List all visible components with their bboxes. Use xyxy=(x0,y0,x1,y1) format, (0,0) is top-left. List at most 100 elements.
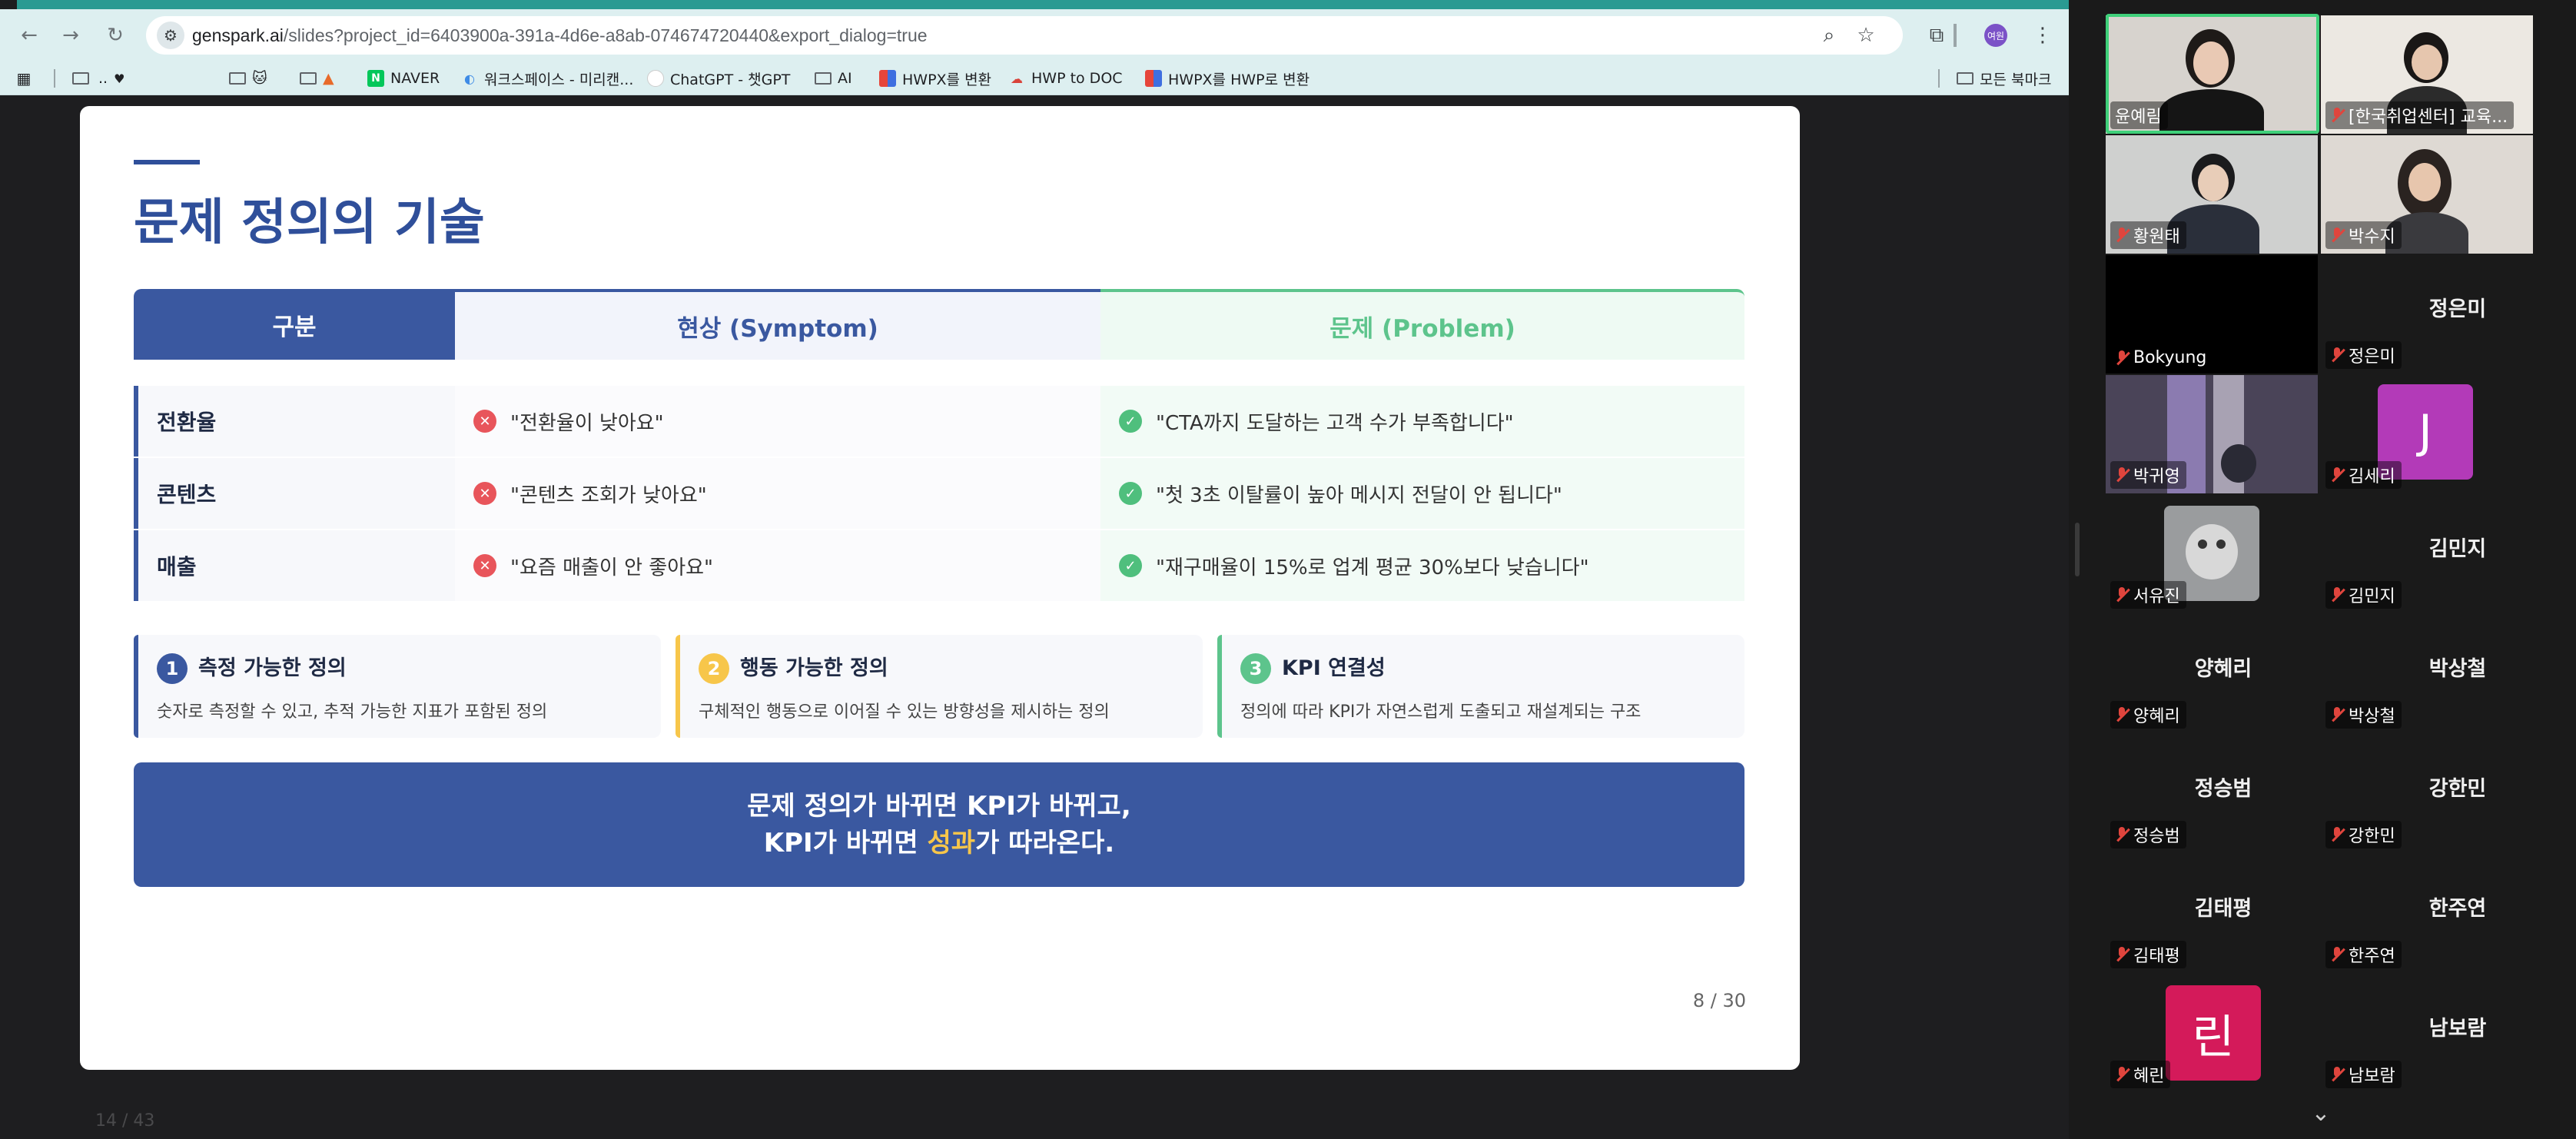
bookmark-hwpx-to-hwp[interactable]: HWPX를 HWP로 변환 xyxy=(1145,61,1310,95)
hwp-icon: ☁ xyxy=(1011,71,1023,86)
bookmark-miricanvas[interactable]: ◐ 워크스페이스 - 미리캔... xyxy=(461,61,633,95)
participant-tile[interactable]: 김태평 김태평 xyxy=(2106,855,2318,973)
miricanvas-icon: ◐ xyxy=(464,71,475,86)
participant-display-name: 김태평 xyxy=(2194,897,2252,921)
card-stripe xyxy=(134,635,138,738)
card-desc: 구체적인 행동으로 이어질 수 있는 방향성을 제시하는 정의 xyxy=(699,702,1110,722)
participant-tile[interactable]: 양혜리 양혜리 xyxy=(2106,615,2318,733)
participant-tile[interactable]: 한주연 한주연 xyxy=(2321,855,2533,973)
site-settings-icon[interactable]: ⚙ xyxy=(157,22,184,49)
folder-icon xyxy=(229,72,246,85)
chevron-down-icon[interactable]: ⌄ xyxy=(2305,1097,2336,1128)
participant-name-tag: 황원태 xyxy=(2110,221,2186,249)
mic-off-icon xyxy=(2115,706,2129,723)
card-desc: 정의에 따라 KPI가 자연스럽게 도출되고 재설계되는 구조 xyxy=(1240,702,1642,722)
participant-name-tag: 서유진 xyxy=(2110,581,2186,609)
bookmark-all-bookmarks[interactable]: 모든 북마크 xyxy=(1957,61,2051,95)
participant-name-tag: 한주연 xyxy=(2325,941,2402,968)
url-text[interactable]: genspark.ai/slides?project_id=6403900a-3… xyxy=(192,16,928,55)
bookmark-folder-1[interactable] xyxy=(72,61,89,95)
row-symptom: ✕ "전환율이 낮아요" xyxy=(455,386,1100,457)
mic-off-icon xyxy=(2115,227,2129,244)
apps-grid-icon[interactable]: ▦ xyxy=(15,61,32,95)
participant-name-tag: [한국취업센터] 교육... xyxy=(2325,101,2515,129)
bookmark-folder-ai[interactable]: AI xyxy=(815,61,852,95)
mic-off-icon xyxy=(2115,350,2129,367)
bookmark-chatgpt[interactable]: ChatGPT - 챗GPT xyxy=(647,61,790,95)
card-stripe xyxy=(1217,635,1222,738)
mic-off-icon xyxy=(2115,826,2129,843)
row-category: 전환율 xyxy=(134,386,455,457)
mic-off-icon xyxy=(2330,467,2344,483)
heart-icon: ♥ xyxy=(114,71,125,86)
row-symptom: ✕ "콘텐츠 조회가 낮아요" xyxy=(455,458,1100,529)
participant-name-tag: 강한민 xyxy=(2325,821,2402,848)
mic-off-icon xyxy=(2330,227,2344,244)
table-row: 콘텐츠 ✕ "콘텐츠 조회가 낮아요" ✓ "첫 3초 이탈률이 높아 메시지 전달… xyxy=(134,458,1744,530)
participant-name-tag: 박귀영 xyxy=(2110,461,2186,489)
participant-tile[interactable]: J 김세리 xyxy=(2321,375,2533,493)
table-header-category: 구분 xyxy=(134,289,455,360)
bookmark-folder-3[interactable]: 🐱 xyxy=(229,61,267,95)
participant-name-tag: 김세리 xyxy=(2325,461,2402,489)
row-problem: ✓ "CTA까지 도달하는 고객 수가 부족합니다" xyxy=(1100,386,1744,457)
menu-kebab-icon[interactable]: ⋮ xyxy=(2027,20,2058,51)
participant-tile[interactable]: 남보람 남보람 xyxy=(2321,975,2533,1093)
card-kpi-link: 3 KPI 연결성 정의에 따라 KPI가 자연스럽게 도출되고 재설계되는 구… xyxy=(1217,635,1744,738)
bookmark-folder-2[interactable]: .. ♥ xyxy=(98,61,124,95)
mic-off-icon xyxy=(2330,1066,2344,1083)
mic-off-icon xyxy=(2330,946,2344,963)
zoom-icon[interactable]: ⌕ xyxy=(1814,20,1844,51)
chatgpt-icon xyxy=(647,70,664,87)
naver-icon: N xyxy=(367,70,384,87)
title-accent-bar xyxy=(134,160,200,164)
card-actionable: 2 행동 가능한 정의 구체적인 행동으로 이어질 수 있는 방향성을 제시하는… xyxy=(676,635,1203,738)
participant-display-name: 한주연 xyxy=(2428,897,2487,921)
participant-tile[interactable]: Bokyung xyxy=(2106,255,2318,374)
mic-off-icon xyxy=(2115,946,2129,963)
mic-off-icon xyxy=(2330,586,2344,603)
panel-resize-handle[interactable] xyxy=(2075,523,2080,576)
table-header-symptom: 현상 (Symptom) xyxy=(455,289,1100,360)
fire-icon: ▲ xyxy=(323,70,334,87)
row-category: 콘텐츠 xyxy=(134,458,455,529)
bookmark-hwp-to-doc[interactable]: ☁ HWP to DOC xyxy=(1008,61,1123,95)
bookmark-naver[interactable]: N NAVER xyxy=(367,61,440,95)
participant-tile[interactable]: 서유진 xyxy=(2106,495,2318,613)
folder-icon xyxy=(1957,72,1973,85)
participant-tile[interactable]: 박수지 xyxy=(2321,135,2533,254)
card-title: 측정 가능한 정의 xyxy=(198,656,347,680)
participant-tile[interactable]: 박상철 박상철 xyxy=(2321,615,2533,733)
profile-avatar[interactable]: 여원 xyxy=(1984,24,2007,47)
banner-line-1: 문제 정의가 바뀌면 KPI가 바뀌고, xyxy=(747,791,1131,822)
forward-arrow-icon[interactable]: → xyxy=(55,20,86,51)
participant-name-tag: Bokyung xyxy=(2110,347,2213,369)
card-title: 행동 가능한 정의 xyxy=(740,656,888,680)
participant-tile[interactable]: [한국취업센터] 교육... xyxy=(2321,15,2533,134)
tab-strip xyxy=(0,0,2069,9)
participant-tile[interactable]: 박귀영 xyxy=(2106,375,2318,493)
bookmarks-divider xyxy=(54,69,55,88)
extensions-icon[interactable]: ⧉ xyxy=(1921,20,1952,51)
participant-tile[interactable]: 정은미 정은미 xyxy=(2321,255,2533,374)
mic-off-icon xyxy=(2330,347,2344,364)
participant-tile[interactable]: 강한민 강한민 xyxy=(2321,735,2533,853)
participant-tile[interactable]: 린 혜린 xyxy=(2106,975,2318,1093)
address-bar[interactable]: ⚙ genspark.ai/slides?project_id=6403900a… xyxy=(146,16,1903,55)
mic-off-icon xyxy=(2115,586,2129,603)
banner-line-2: KPI가 바뀌면 성과가 따라온다. xyxy=(763,828,1115,858)
reload-icon[interactable]: ↻ xyxy=(100,20,131,51)
participant-name-tag: 김태평 xyxy=(2110,941,2186,968)
participant-display-name: 김민지 xyxy=(2428,537,2487,561)
participant-name-tag: 정은미 xyxy=(2325,341,2402,369)
participant-tile[interactable]: 황원태 xyxy=(2106,135,2318,254)
bookmark-hwpx-convert[interactable]: HWPX를 변환 xyxy=(879,61,991,95)
row-problem: ✓ "첫 3초 이탈률이 높아 메시지 전달이 안 됩니다" xyxy=(1100,458,1744,529)
participant-tile[interactable]: 김민지 김민지 xyxy=(2321,495,2533,613)
participant-tile[interactable]: 정승범 정승범 xyxy=(2106,735,2318,853)
participant-avatar: 린 xyxy=(2166,985,2261,1081)
back-arrow-icon[interactable]: ← xyxy=(14,20,45,51)
bookmark-star-icon[interactable]: ☆ xyxy=(1851,20,1881,51)
bookmark-folder-4[interactable]: ▲ xyxy=(300,61,334,95)
toolbar-divider xyxy=(1954,24,1957,47)
